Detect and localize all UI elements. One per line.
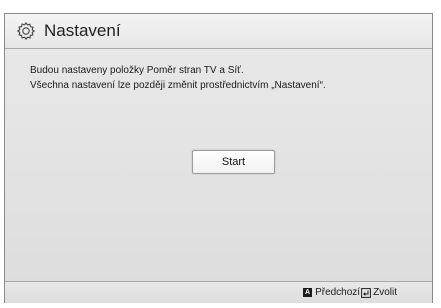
gear-icon (16, 21, 36, 41)
footer-bar: A Předchozí Zvolit (5, 281, 432, 303)
enter-icon (361, 287, 371, 298)
a-key-icon: A (303, 288, 313, 297)
previous-hint[interactable]: Předchozí (315, 287, 360, 298)
info-message: Budou nastaveny položky Poměr stran TV a… (30, 63, 420, 93)
setup-screen: Nastavení Budou nastaveny položky Poměr … (4, 13, 433, 303)
select-hint[interactable]: Zvolit (373, 287, 397, 298)
header-bar: Nastavení (5, 14, 432, 49)
page-title: Nastavení (44, 21, 121, 40)
footer-hints: A Předchozí Zvolit (303, 287, 397, 298)
message-line-2: Všechna nastavení lze později změnit pro… (30, 80, 326, 91)
message-line-1: Budou nastaveny položky Poměr stran TV a… (30, 65, 244, 76)
start-button[interactable]: Start (192, 150, 275, 174)
